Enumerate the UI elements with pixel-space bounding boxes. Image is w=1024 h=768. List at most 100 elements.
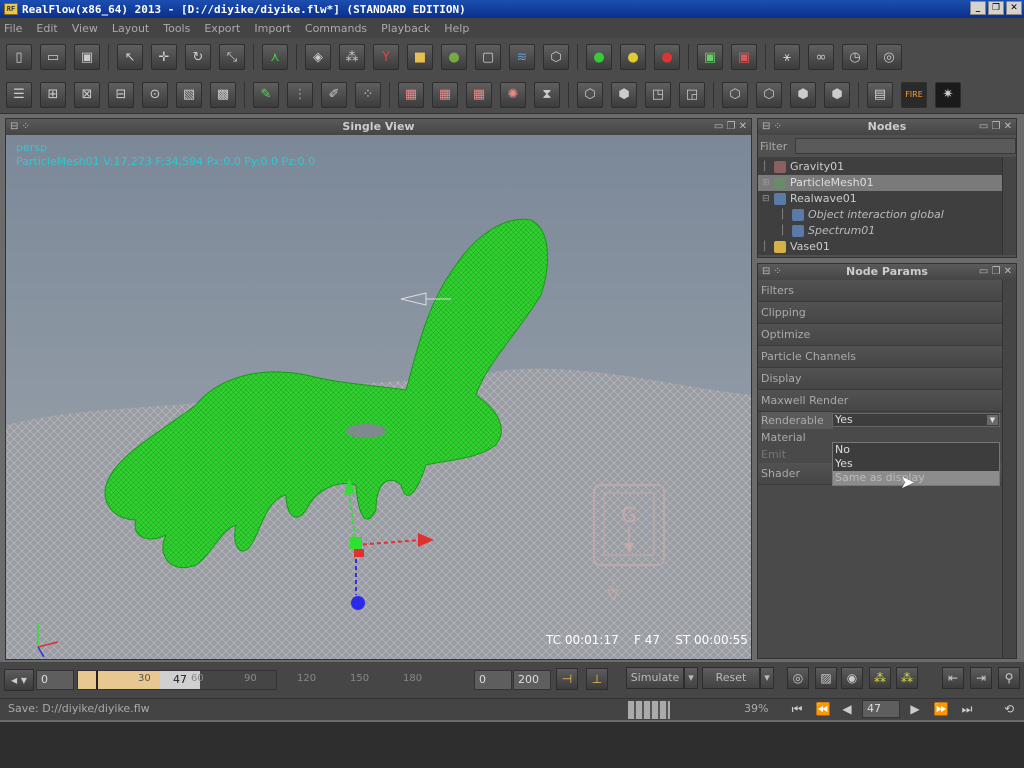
view-cube-2-icon[interactable]: ⬢ [611,81,637,108]
step-back-icon[interactable]: ⇤ [942,667,964,689]
dots-icon[interactable]: ⁘ [355,81,381,108]
node-tree-item[interactable]: │ Gravity01 [758,159,1016,175]
key-icon[interactable]: ⚲ [998,667,1020,689]
script-icon[interactable]: ✎ [253,81,279,108]
link-node-icon[interactable]: ⊟ [108,81,134,108]
particles-icon[interactable]: ⁂ [339,44,365,70]
node-tree-item[interactable]: │ Spectrum01 [758,223,1016,239]
menu-playback[interactable]: Playback [381,22,430,35]
close-button[interactable]: ✕ [1006,1,1022,15]
refresh-node-icon[interactable]: ⊙ [142,81,168,108]
panel-grip-icon[interactable]: ⊟ ⁘ [762,264,782,280]
menu-export[interactable]: Export [204,22,240,35]
reset-button[interactable]: Reset [702,667,760,689]
batch-icon[interactable]: ⋮ [287,81,313,108]
section-filters[interactable]: Filters [758,280,1002,302]
play-back-icon[interactable]: ◀ [836,699,858,719]
menu-help[interactable]: Help [444,22,469,35]
3d-viewport[interactable]: G persp ParticleMesh01 V:17,273 F:34,594… [6,135,751,659]
node-tree-item[interactable]: ⊞ ParticleMesh01 [758,175,1016,191]
camera-view-icon[interactable]: ▨ [815,667,837,689]
panel-controls[interactable]: ▭ ❐ ✕ [714,119,747,135]
section-display[interactable]: Display [758,368,1002,390]
menu-file[interactable]: File [4,22,22,35]
shade-2-icon[interactable]: ⬡ [756,81,782,108]
open-folder-icon[interactable]: ▭ [40,44,66,70]
view-cube-3-icon[interactable]: ◳ [645,81,671,108]
shade-1-icon[interactable]: ⬡ [722,81,748,108]
save-red-icon[interactable]: ▣ [731,44,757,70]
menu-import[interactable]: Import [254,22,291,35]
mesh-icon[interactable]: ● [441,44,467,70]
red-light-icon[interactable]: ● [654,44,680,70]
step-forward-icon[interactable]: ⇥ [970,667,992,689]
globe-icon[interactable]: ◎ [876,44,902,70]
renderable-dropdown[interactable]: Yes ▼ [832,413,1000,427]
shade-3-icon[interactable]: ⬢ [790,81,816,108]
section-maxwell-render[interactable]: Maxwell Render [758,390,1002,412]
eye-icon[interactable]: ◉ [841,667,863,689]
nodes-scrollbar[interactable] [1002,157,1016,255]
green-light-icon[interactable]: ● [586,44,612,70]
section-optimize[interactable]: Optimize [758,324,1002,346]
new-file-icon[interactable]: ▯ [6,44,32,70]
go-start-icon[interactable]: ⏮ [786,699,808,719]
panel-grip-icon[interactable]: ⊟ ⁘ [762,119,782,135]
minimize-button[interactable]: _ [970,1,986,15]
node-tree-item[interactable]: ⊟ Realwave01 [758,191,1016,207]
next-key-icon[interactable]: ⏩ [930,699,952,719]
simulate-button[interactable]: Simulate [626,667,684,689]
move-icon[interactable]: ✛ [151,44,177,70]
list-icon[interactable]: ☰ [6,81,32,108]
rotate-icon[interactable]: ↻ [185,44,211,70]
option-yes[interactable]: Yes [833,457,999,471]
camera-icon[interactable]: ▢ [475,44,501,70]
keyframe-next-icon[interactable]: ⊥ [586,668,608,690]
object-cube-icon[interactable]: ■ [407,44,433,70]
option-same-as-display[interactable]: Same as display [833,471,999,485]
layers-icon[interactable]: ◈ [305,44,331,70]
graph-icon[interactable]: ⚹ [774,44,800,70]
play-icon[interactable]: ▶ [904,699,926,719]
start-frame-field[interactable]: 0 [36,670,74,690]
add-node-icon[interactable]: ⊞ [40,81,66,108]
scene-view-icon[interactable]: ◎ [787,667,809,689]
save-green-icon[interactable]: ▣ [697,44,723,70]
maximize-button[interactable]: ❐ [988,1,1004,15]
panel-controls[interactable]: ▭ ❐ ✕ [979,119,1012,135]
prev-key-icon[interactable]: ⏪ [812,699,834,719]
expander-icon[interactable]: ⊞ [762,175,774,191]
render-a-icon[interactable]: ▦ [398,81,424,108]
node-tree-item[interactable]: │ Vase01 [758,239,1016,255]
frame-field[interactable]: 47 [862,700,900,718]
wave-icon[interactable]: ≋ [509,44,535,70]
box-closed-icon[interactable]: ▩ [210,81,236,108]
daemon-icon[interactable]: Y [373,44,399,70]
preferences-icon[interactable]: ▤ [867,81,893,108]
reset-dropdown[interactable]: ▾ [760,667,774,689]
axis-icon[interactable]: ⋏ [262,44,288,70]
scale-icon[interactable]: ⤡ [219,44,245,70]
view-cube-1-icon[interactable]: ⬡ [577,81,603,108]
option-no[interactable]: No [833,443,999,457]
panel-controls[interactable]: ▭ ❐ ✕ [979,264,1012,280]
range-start-field[interactable]: 0 [474,670,512,690]
box-open-icon[interactable]: ▧ [176,81,202,108]
playback-menu-icon[interactable]: ◂ ▾ [4,669,34,691]
view-cube-4-icon[interactable]: ◲ [679,81,705,108]
section-clipping[interactable]: Clipping [758,302,1002,324]
cube-wire-icon[interactable]: ⬡ [543,44,569,70]
link-icon[interactable]: ∞ [808,44,834,70]
menu-tools[interactable]: Tools [163,22,190,35]
panel-grip-icon[interactable]: ⊟ ⁘ [10,119,30,135]
particles-yellow-icon[interactable]: ⁂ [869,667,891,689]
yellow-light-icon[interactable]: ● [620,44,646,70]
simulate-dropdown[interactable]: ▾ [684,667,698,689]
render-c-icon[interactable]: ▦ [466,81,492,108]
shade-4-icon[interactable]: ⬢ [824,81,850,108]
params-scrollbar[interactable] [1002,280,1016,658]
render-d-icon[interactable]: ✺ [500,81,526,108]
section-particle-channels[interactable]: Particle Channels [758,346,1002,368]
notes-icon[interactable]: ✐ [321,81,347,108]
node-tree-item[interactable]: │ Object interaction global [758,207,1016,223]
